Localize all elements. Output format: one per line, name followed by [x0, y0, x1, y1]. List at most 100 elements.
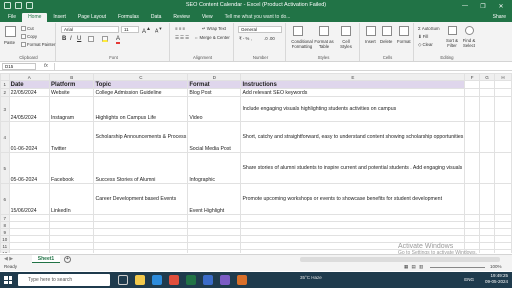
- cell[interactable]: [8, 249, 50, 253]
- grow-font-icon[interactable]: A▲: [142, 26, 151, 35]
- cell[interactable]: [48, 235, 95, 243]
- cell[interactable]: [93, 214, 189, 222]
- tab-home[interactable]: Home: [22, 13, 48, 22]
- font-name-select[interactable]: Arial: [61, 26, 119, 33]
- cell-h1[interactable]: [494, 80, 512, 89]
- cell[interactable]: [187, 228, 242, 236]
- cell-e3[interactable]: Include engaging visuals highlighting st…: [240, 96, 466, 122]
- tab-page-layout[interactable]: Page Layout: [72, 13, 112, 22]
- clock-date[interactable]: 09-05-2024: [485, 279, 508, 285]
- cell[interactable]: [187, 235, 242, 243]
- cell-f1[interactable]: [464, 80, 480, 89]
- cell[interactable]: [478, 214, 496, 222]
- cell[interactable]: [478, 228, 496, 236]
- cell-e1[interactable]: Instructions: [240, 80, 466, 89]
- row-header[interactable]: 11: [0, 242, 10, 250]
- cell-c5[interactable]: Success Stories of Alumni: [93, 152, 189, 184]
- cell[interactable]: [187, 242, 242, 250]
- left-align-icon[interactable]: ☰ ☰ ☰: [175, 35, 189, 41]
- cell[interactable]: [478, 249, 496, 253]
- cell[interactable]: [464, 235, 480, 243]
- cell-c3[interactable]: Highlights on Campus Life: [93, 96, 189, 122]
- conditional-format-button[interactable]: Conditional Formatting: [290, 39, 314, 49]
- cell[interactable]: [464, 214, 480, 222]
- format-painter-button[interactable]: Format Painter: [21, 42, 55, 48]
- cell[interactable]: [478, 242, 496, 250]
- cell-b4[interactable]: Twitter: [48, 121, 95, 153]
- sheet-nav-arrows-icon[interactable]: ◀ ▶: [4, 256, 13, 262]
- tab-review[interactable]: Review: [167, 13, 195, 22]
- cell-f4[interactable]: [464, 121, 480, 153]
- bold-button[interactable]: B: [62, 36, 66, 42]
- add-sheet-icon[interactable]: +: [64, 256, 71, 263]
- tab-insert[interactable]: Insert: [47, 13, 72, 22]
- cell-d5[interactable]: Infographic: [187, 152, 242, 184]
- tab-file[interactable]: File: [2, 13, 22, 22]
- cell[interactable]: [48, 242, 95, 250]
- cell-d3[interactable]: Video: [187, 96, 242, 122]
- cell-b3[interactable]: Instagram: [48, 96, 95, 122]
- cell-g2[interactable]: [478, 88, 496, 97]
- tab-formulas[interactable]: Formulas: [112, 13, 145, 22]
- cell-f5[interactable]: [464, 152, 480, 184]
- cell[interactable]: [187, 249, 242, 253]
- cell-d4[interactable]: Social Media Post: [187, 121, 242, 153]
- cell-c2[interactable]: College Admission Guideline: [93, 88, 189, 97]
- weather-widget[interactable]: 35°C Haze: [300, 275, 322, 280]
- row-header[interactable]: 5: [0, 152, 10, 184]
- formula-input[interactable]: [54, 63, 510, 70]
- row-header[interactable]: 8: [0, 221, 10, 229]
- cell[interactable]: [8, 235, 50, 243]
- edge-icon[interactable]: [152, 275, 162, 285]
- cell[interactable]: [494, 249, 512, 253]
- column-header[interactable]: A: [8, 73, 50, 81]
- cell-c4[interactable]: Scholarship Announcements & Process: [93, 121, 189, 153]
- sort-filter-icon[interactable]: [448, 26, 457, 35]
- cell[interactable]: [240, 214, 466, 222]
- cell[interactable]: [494, 242, 512, 250]
- row-header[interactable]: 3: [0, 96, 10, 122]
- language-indicator[interactable]: ENG: [464, 277, 474, 282]
- cell[interactable]: [8, 214, 50, 222]
- cell-g6[interactable]: [478, 183, 496, 215]
- fx-icon[interactable]: fx: [44, 63, 48, 69]
- zoom-slider[interactable]: [430, 267, 485, 268]
- cell[interactable]: [494, 221, 512, 229]
- cell-g5[interactable]: [478, 152, 496, 184]
- cell-b5[interactable]: Facebook: [48, 152, 95, 184]
- cell-a5[interactable]: 05-06-2024: [8, 152, 50, 184]
- decimal-icon[interactable]: .0 .00: [264, 36, 275, 41]
- format-cells-icon[interactable]: [399, 26, 409, 36]
- zoom-level[interactable]: 100%: [490, 264, 502, 269]
- tab-data[interactable]: Data: [145, 13, 168, 22]
- top-align-icon[interactable]: ≡ ≡ ≡: [175, 26, 185, 31]
- cell[interactable]: [464, 228, 480, 236]
- paste-icon[interactable]: [5, 26, 16, 37]
- sort-filter-button[interactable]: Sort & Filter: [444, 38, 460, 48]
- cell[interactable]: [187, 221, 242, 229]
- row-header[interactable]: 12: [0, 249, 10, 253]
- cell-a6[interactable]: 15/06/2024: [8, 183, 50, 215]
- number-format-select[interactable]: General: [238, 26, 282, 33]
- cell[interactable]: [8, 242, 50, 250]
- cell[interactable]: [93, 228, 189, 236]
- cell-e2[interactable]: Add relevant SEO keywords: [240, 88, 466, 97]
- cell[interactable]: [240, 235, 466, 243]
- cell-b2[interactable]: Website: [48, 88, 95, 97]
- format-button[interactable]: Format: [397, 39, 411, 44]
- column-header[interactable]: H: [494, 73, 512, 81]
- close-button[interactable]: ✕: [492, 0, 510, 12]
- cell-g3[interactable]: [478, 96, 496, 122]
- currency-icon[interactable]: ₹ - % ,: [239, 36, 252, 42]
- column-header[interactable]: G: [478, 73, 496, 81]
- column-header[interactable]: B: [48, 73, 95, 81]
- row-header[interactable]: 10: [0, 235, 10, 243]
- font-color-icon[interactable]: A: [116, 36, 121, 44]
- tab-view[interactable]: View: [196, 13, 219, 22]
- teams-icon[interactable]: [220, 275, 230, 285]
- cell-e4[interactable]: Short, catchy and straightforward, easy …: [240, 121, 466, 153]
- select-all-corner[interactable]: [0, 73, 10, 81]
- cell-f3[interactable]: [464, 96, 480, 122]
- cell-h3[interactable]: [494, 96, 512, 122]
- view-mode-icons[interactable]: ▦ ▤ ▥: [404, 264, 424, 270]
